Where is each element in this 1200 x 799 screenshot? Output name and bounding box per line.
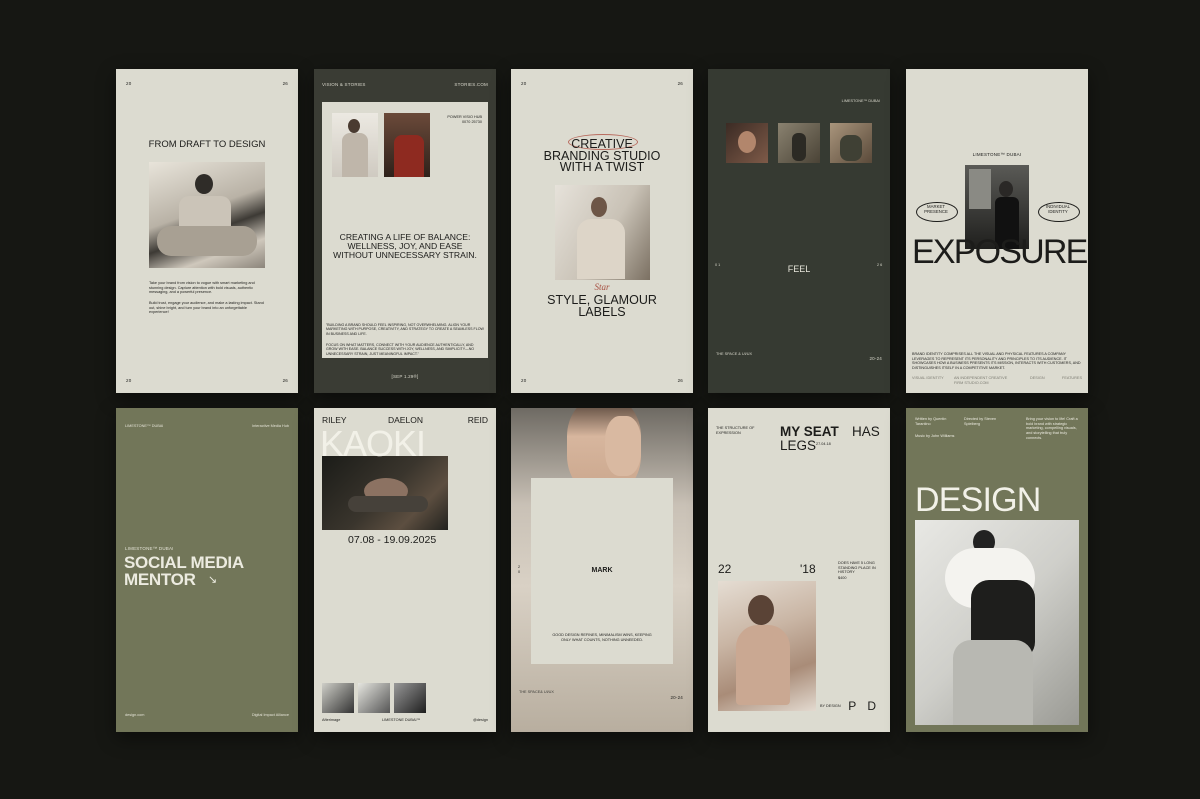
photo-thumb-1 (322, 683, 354, 713)
body-paragraph: BRAND IDENTITY COMPRISES ALL THE VISUAL … (912, 352, 1081, 370)
headline-line-2: MENTOR (124, 570, 196, 589)
photo-thumb-3 (830, 123, 872, 163)
top-left-label: VISION & STORIES (322, 82, 366, 87)
photo-thumb-2 (358, 683, 390, 713)
page-number-right: 26 (282, 81, 288, 86)
brand-label: LIMESTONE™ DUBAI (125, 424, 164, 428)
top-right-label: STORIES.COM (454, 82, 488, 87)
card-mark[interactable]: MARK 2 0 GOOD DESIGN REFINES, MINIMALISM… (511, 408, 693, 732)
footer-right: 20-24 (670, 695, 683, 700)
card-my-seat-has-legs[interactable]: THE STRUCTURE OF EXPRESSION MY SEAT HAS … (708, 408, 890, 732)
photo-woman-red (384, 113, 430, 177)
headline-part-3: LEGS (780, 438, 817, 453)
footer-right: Digital Impact Alliance (251, 713, 289, 717)
footer-number-right: 26 (282, 378, 288, 384)
photo-seated-woman (149, 162, 265, 268)
photo-thumb-2 (778, 123, 820, 163)
credit-music-by: Music by John Williams (915, 434, 955, 438)
date-range: 07.08 - 19.09.2025 (348, 534, 437, 546)
credit-directed-by: Directed by Steven Spielberg (964, 417, 997, 426)
top-left-label: THE STRUCTURE OF EXPRESSION (716, 426, 755, 435)
small-date: 27.04.18 (816, 442, 831, 446)
date-label: [SEP 1.29®] (391, 374, 419, 380)
card-exposure[interactable]: LIMESTONE™ DUBAI MARKET PRESENCE INDIVID… (906, 69, 1088, 393)
card-from-draft-to-design[interactable]: 20 26 FROM DRAFT TO DESIGN Take your bra… (116, 69, 298, 393)
by-label: BY DESIGN (820, 704, 841, 708)
side-label-left: 0 1 (715, 263, 721, 267)
photo-lying-woman (322, 456, 448, 530)
quote-paragraph-2: FOCUS ON WHAT MATTERS, CONNECT WITH YOUR… (326, 343, 475, 356)
card-social-media-mentor[interactable]: LIMESTONE™ DUBAI Interactive Media Hub L… (116, 408, 298, 732)
card-design[interactable]: Written by Quentin Tarantino Directed by… (906, 408, 1088, 732)
side-text: DOES HAVE 5 LONG STANDING PLACE IN HISTO… (838, 561, 876, 575)
footer-number-left: 20 (126, 378, 132, 384)
photo-woman-sweater (915, 520, 1079, 725)
arrow-down-right-icon: ↘ (208, 574, 218, 586)
card-subheadline: STYLE, GLAMOUR LABELS (547, 293, 657, 319)
side-label: 2 0 (518, 565, 521, 574)
pill-market-presence-label: MARKET PRESENCE (924, 204, 948, 214)
card-title: FROM DRAFT TO DESIGN (148, 139, 266, 150)
side-label-right: 2 6 (877, 263, 883, 267)
footer-number-left: 20 (521, 378, 527, 384)
card-creating-a-life-of-balance[interactable]: VISION & STORIES STORIES.COM POWER VISIO… (314, 69, 496, 393)
center-word: FEEL (787, 264, 811, 274)
footer-number-right: 26 (677, 378, 683, 384)
top-right-label: Interactive Media Hub (252, 424, 289, 428)
brand-label: LIMESTONE™ DUBAI (972, 152, 1022, 157)
side-note: POWER VISIO HUB 0070 25730 (447, 115, 482, 124)
page-number-right: 26 (677, 81, 683, 86)
photo-woman-portrait (718, 581, 816, 711)
photo-thumb-1 (726, 123, 768, 163)
page-number-left: 20 (126, 81, 132, 86)
card-headline: CREATING A LIFE OF BALANCE: WELLNESS, JO… (333, 232, 477, 260)
footer-item-4: FEATURES (1062, 376, 1082, 380)
number-right: '18 (800, 562, 816, 576)
pill-individual-identity-label: INDIVIDUAL IDENTITY (1045, 204, 1071, 214)
footer-item-1: VISUAL IDENTITY (912, 376, 944, 380)
footer-right: @design (472, 718, 488, 722)
number-left: 22 (718, 562, 732, 576)
headline-part-2: HAS (852, 424, 880, 439)
footer-left: THE SPACE& UI/UX (519, 690, 554, 694)
body-paragraph-2: Build trust, engage your audience, and m… (149, 301, 264, 315)
brand-label: LIMESTONE™ DUBAI (841, 99, 880, 103)
card-headline: DESIGN (915, 481, 1041, 519)
letters: P D (848, 699, 880, 713)
photo-woman-seated (555, 185, 650, 280)
name-3: REID (467, 415, 488, 425)
card-creative-branding-studio[interactable]: 20 26 CREATIVE BRANDING STUDIO WITH A TW… (511, 69, 693, 393)
footer-left: design.com (125, 713, 145, 717)
intro-text: Bring your vision to life! Craft a bold … (1026, 417, 1078, 440)
side-code: $400 (838, 576, 847, 580)
footer-right: 20-24 (869, 356, 882, 361)
photo-woman-white (332, 113, 378, 177)
body-text: GOOD DESIGN REFINES, MINIMALISM WINS, KE… (552, 633, 652, 642)
page-number-left: 20 (521, 81, 527, 86)
footer-item-2: AN INDEPENDENT CREATIVE FIRM STUDIO.COM (954, 376, 1008, 385)
card-headline: EXPOSURE (912, 233, 1088, 271)
footer-left: THE SPACE & UI/UX (716, 352, 753, 356)
quote-paragraph-1: "BUILDING A BRAND SHOULD FEEL INSPIRING,… (326, 323, 484, 336)
footer-center: LIMESTONE DUBAI™ (382, 718, 421, 722)
card-headline: KAOKI (320, 423, 426, 464)
photo-thumb-3 (394, 683, 426, 713)
footer-item-3: DESIGN (1030, 376, 1045, 380)
footer-left: Afterimage (322, 718, 341, 722)
card-kaoki[interactable]: RILEY DAELON REID KAOKI 07.08 - 19.09.20… (314, 408, 496, 732)
section-label: LIMESTONE™ DUBAI (125, 546, 174, 551)
center-label: MARK (591, 567, 613, 574)
card-headline: CREATIVE BRANDING STUDIO WITH A TWIST (543, 137, 661, 174)
script-word: Star (594, 282, 610, 292)
card-feel[interactable]: LIMESTONE™ DUBAI FEEL 0 1 2 6 THE SPACE … (708, 69, 890, 393)
credit-written-by: Written by Quentin Tarantino (915, 417, 947, 426)
body-paragraph-1: Take your brand from vision to vogue wit… (149, 281, 255, 295)
